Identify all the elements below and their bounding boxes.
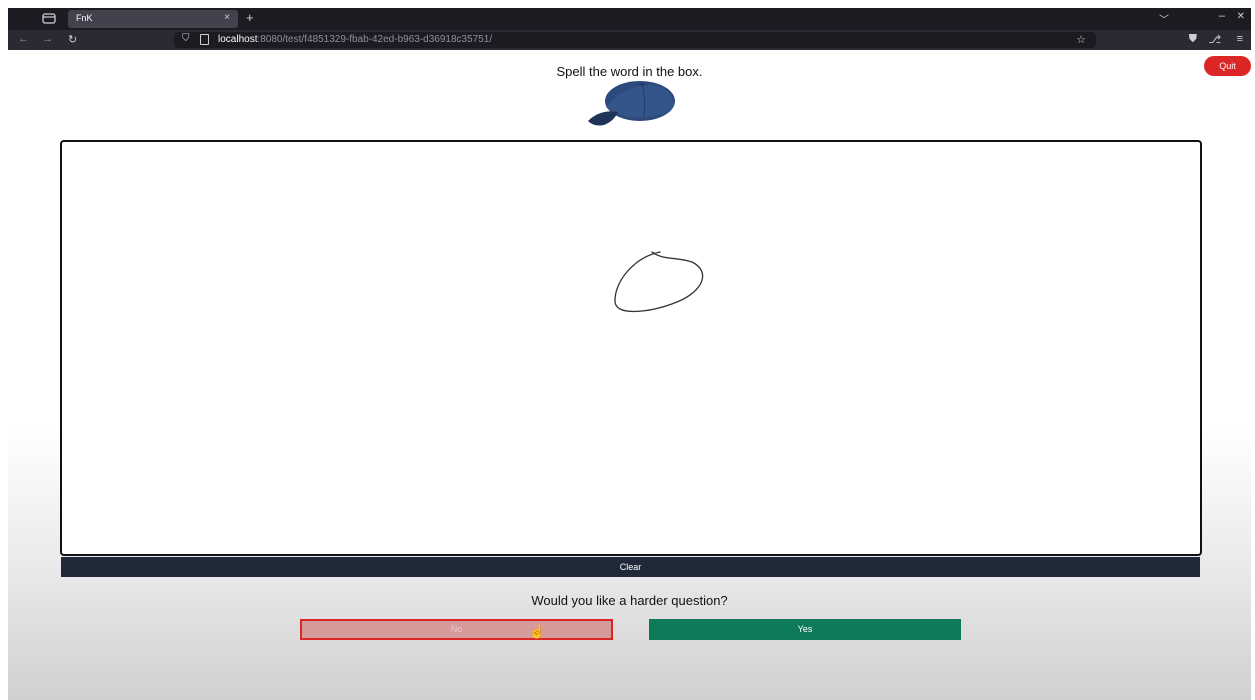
page-info-icon[interactable] [200,34,209,45]
tab-title: FnK [76,13,93,23]
tab-overview-icon[interactable] [42,12,56,24]
chevron-down-icon[interactable]: ﹀ [1159,11,1169,26]
new-tab-icon[interactable]: + [246,10,254,25]
url-path: :8080/test/f4851329-fbab-42ed-b963-d3691… [257,34,493,45]
url-text[interactable]: localhost:8080/test/f4851329-fbab-42ed-b… [218,34,492,45]
tracking-shield-icon[interactable]: ⛉ [182,33,190,44]
hand-cursor-icon: ☝ [529,624,546,639]
page-content: Quit Spell the word in the box. Clear Wo… [8,50,1251,700]
browser-tabstrip: FnK × + ﹀ – ✕ [8,8,1251,30]
pocket-icon[interactable]: ⛊ [1189,33,1197,46]
tab-close-icon[interactable]: × [224,12,230,23]
drawing-canvas[interactable] [60,140,1202,556]
no-button[interactable]: No [300,619,613,640]
frame-left [0,0,8,700]
frame-right [1251,0,1255,700]
back-arrow-icon[interactable]: ← [18,33,29,45]
hamburger-menu-icon[interactable]: ≡ [1237,33,1243,45]
forward-arrow-icon[interactable]: → [42,33,53,45]
harder-question-text: Would you like a harder question? [531,593,728,608]
bookmark-star-icon[interactable]: ☆ [1076,33,1086,46]
yes-button[interactable]: Yes [649,619,961,640]
minimize-icon[interactable]: – [1219,10,1225,22]
url-host: localhost [218,34,258,45]
browser-navbar: ← → ↻ ⛉ localhost:8080/test/f4851329-fba… [8,30,1251,50]
clear-button[interactable]: Clear [61,557,1200,577]
url-bar[interactable]: ⛉ localhost:8080/test/f4851329-fbab-42ed… [174,32,1096,48]
reload-icon[interactable]: ↻ [68,33,77,46]
browser-tab[interactable]: FnK × [68,10,238,28]
drawn-stroke [614,251,704,313]
baseball-cap-image [588,81,675,126]
prompt-text: Spell the word in the box. [556,64,703,79]
close-icon[interactable]: ✕ [1237,11,1245,22]
extensions-icon[interactable]: ⎇ [1208,33,1221,46]
